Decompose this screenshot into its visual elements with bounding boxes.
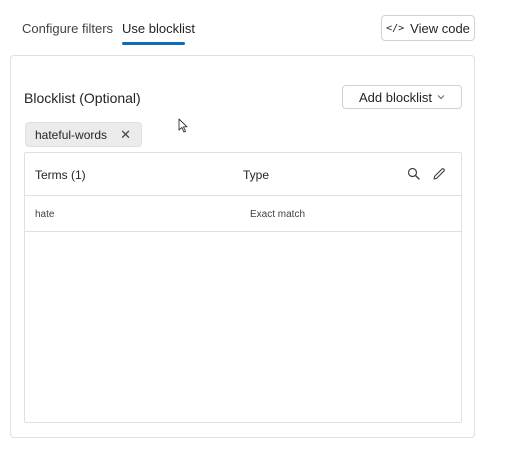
term-cell: hate xyxy=(35,209,55,220)
blocklist-title: Blocklist (Optional) xyxy=(24,90,141,106)
view-code-label: View code xyxy=(410,20,470,36)
tab-use-blocklist[interactable]: Use blocklist xyxy=(122,21,195,36)
edit-icon[interactable] xyxy=(431,166,447,182)
blocklist-chip[interactable]: hateful-words ✕ xyxy=(25,122,142,147)
mouse-pointer-icon xyxy=(178,118,188,133)
table-row[interactable]: hate Exact match xyxy=(25,196,461,232)
column-header-type[interactable]: Type xyxy=(243,168,269,182)
search-icon[interactable] xyxy=(406,166,422,182)
type-cell: Exact match xyxy=(250,209,306,220)
close-icon[interactable]: ✕ xyxy=(120,127,131,143)
terms-table: Terms (1) Type hate Exact match xyxy=(24,152,462,423)
tab-configure-filters[interactable]: Configure filters xyxy=(22,21,113,36)
code-icon: </> xyxy=(386,22,405,34)
column-header-terms[interactable]: Terms (1) xyxy=(35,168,86,182)
add-blocklist-button[interactable]: Add blocklist xyxy=(342,85,462,109)
add-blocklist-label: Add blocklist xyxy=(359,89,432,105)
selected-tab-indicator xyxy=(122,42,185,45)
table-header: Terms (1) Type xyxy=(25,153,461,196)
view-code-button[interactable]: </> View code xyxy=(381,15,475,41)
blocklist-chip-label: hateful-words xyxy=(35,127,108,142)
blocklist-panel: Blocklist (Optional) Add blocklist hatef… xyxy=(10,55,475,438)
chevron-down-icon xyxy=(437,92,445,102)
